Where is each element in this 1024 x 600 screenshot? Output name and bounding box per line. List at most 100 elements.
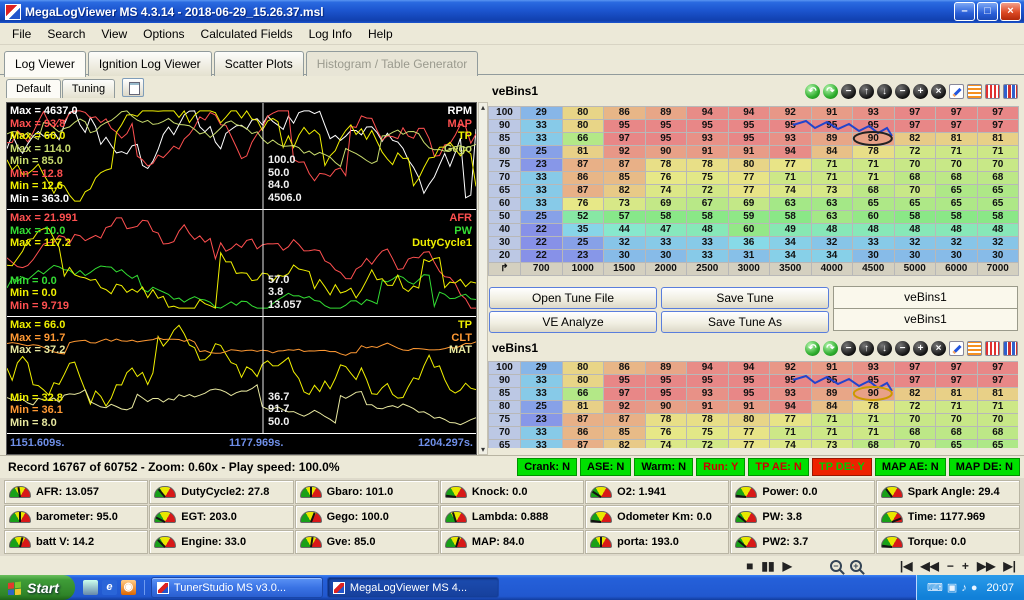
- ve-cell[interactable]: 81: [976, 132, 1019, 146]
- media-player-icon[interactable]: ◉: [120, 580, 136, 595]
- ve-cell[interactable]: 87: [561, 184, 604, 198]
- ve-cell[interactable]: 68: [935, 426, 978, 440]
- ve-cell[interactable]: 25: [561, 236, 604, 250]
- ve-cell[interactable]: 33: [520, 171, 563, 185]
- shift-up-icon[interactable]: ↑: [859, 340, 874, 356]
- ve-cell[interactable]: 97: [603, 387, 646, 401]
- ve-cell[interactable]: 35: [561, 223, 604, 237]
- ve-cell[interactable]: 78: [852, 400, 895, 414]
- ve-cell[interactable]: 94: [727, 106, 770, 120]
- ve-cell[interactable]: 77: [727, 426, 770, 440]
- ve-cell[interactable]: 73: [810, 184, 853, 198]
- ve-cell[interactable]: 75: [686, 426, 729, 440]
- ve-cell[interactable]: 78: [852, 145, 895, 159]
- maximize-button[interactable]: □: [977, 2, 998, 21]
- ve-cell[interactable]: 95: [769, 119, 812, 133]
- ve-cell[interactable]: 94: [769, 400, 812, 414]
- go-first-button[interactable]: |◀: [900, 558, 913, 574]
- clear-selection-icon[interactable]: ×: [931, 340, 946, 356]
- ve-cell[interactable]: 65: [935, 439, 978, 448]
- ve-cell[interactable]: 97: [935, 106, 978, 120]
- save-tune-as-button[interactable]: Save Tune As: [661, 311, 829, 333]
- ve-cell[interactable]: 33: [520, 439, 563, 448]
- ve-cell[interactable]: 70: [935, 413, 978, 427]
- table-chart-icon[interactable]: [1003, 83, 1018, 99]
- ve-cell[interactable]: 81: [561, 400, 604, 414]
- ve-cell[interactable]: 68: [935, 171, 978, 185]
- ve-cell[interactable]: 92: [603, 145, 646, 159]
- ve-cell[interactable]: 34: [810, 249, 853, 263]
- ve-cell[interactable]: 95: [644, 387, 687, 401]
- ve-cell[interactable]: 60: [852, 210, 895, 224]
- ve-cell[interactable]: 48: [976, 223, 1019, 237]
- ve-cell[interactable]: 71: [852, 426, 895, 440]
- zoom-in-button[interactable]: +: [849, 559, 862, 572]
- ve-cell[interactable]: 60: [727, 223, 770, 237]
- ve-cell[interactable]: 71: [810, 158, 853, 172]
- ve-cell[interactable]: 90: [644, 400, 687, 414]
- ve-cell[interactable]: 70: [893, 184, 936, 198]
- ve-cell[interactable]: 78: [644, 413, 687, 427]
- ve-cell[interactable]: 77: [727, 171, 770, 185]
- ve-cell[interactable]: 71: [976, 400, 1018, 414]
- ve-cell[interactable]: 23: [520, 158, 563, 172]
- shift-down-icon[interactable]: ↓: [877, 83, 892, 99]
- ve-cell[interactable]: 65: [935, 197, 978, 211]
- ve-cell[interactable]: 87: [603, 413, 646, 427]
- ve-cell[interactable]: 89: [810, 387, 853, 401]
- start-button[interactable]: Start: [0, 575, 75, 600]
- ve-cell[interactable]: 71: [976, 145, 1019, 159]
- ve-cell[interactable]: 72: [893, 145, 936, 159]
- clear-selection-icon[interactable]: ×: [931, 83, 946, 99]
- ve-cell[interactable]: 93: [686, 387, 729, 401]
- table-columns-icon[interactable]: [985, 340, 1000, 356]
- graph-scrollbar[interactable]: ▴ ▾: [478, 102, 488, 455]
- ve-cell[interactable]: 22: [520, 236, 563, 250]
- scale-down-icon[interactable]: −: [895, 340, 910, 356]
- internet-explorer-icon[interactable]: e: [101, 580, 117, 595]
- ve-cell[interactable]: 33: [520, 184, 563, 198]
- ve-cell[interactable]: 75: [686, 171, 729, 185]
- tray-volume-icon[interactable]: ♪: [961, 582, 967, 594]
- ve-cell[interactable]: 65: [935, 184, 978, 198]
- ve-cell[interactable]: 95: [686, 374, 729, 388]
- ve-cell[interactable]: 70: [976, 413, 1018, 427]
- ve-cell[interactable]: 80: [561, 119, 604, 133]
- ve-cell[interactable]: 68: [976, 171, 1019, 185]
- ve-cell[interactable]: 65: [852, 197, 895, 211]
- ve-analyze-button[interactable]: VE Analyze: [489, 311, 657, 333]
- ve-cell[interactable]: 65: [976, 184, 1019, 198]
- ve-cell[interactable]: 82: [893, 132, 936, 146]
- ve-cell[interactable]: 33: [644, 236, 687, 250]
- ve-cell[interactable]: 76: [644, 426, 687, 440]
- fast-forward-button[interactable]: ▶▶: [977, 558, 995, 574]
- log-graph-area[interactable]: Max = 4637.0 Max = 93.8 Max = 66.0 Max = 11…: [6, 102, 477, 455]
- ve-cell[interactable]: 74: [644, 439, 687, 448]
- ve-cell[interactable]: 66: [561, 387, 604, 401]
- new-view-page-icon[interactable]: [122, 78, 145, 97]
- ve-cell[interactable]: 30: [644, 249, 687, 263]
- ve-cell[interactable]: 76: [561, 197, 604, 211]
- ve-cell[interactable]: 74: [644, 184, 687, 198]
- menu-options[interactable]: Options: [135, 24, 192, 44]
- ve-cell[interactable]: 68: [976, 426, 1018, 440]
- ve-cell[interactable]: 34: [769, 249, 812, 263]
- ve-cell[interactable]: 92: [603, 400, 646, 414]
- tray-network-icon[interactable]: ●: [971, 582, 978, 594]
- ve-cell[interactable]: 80: [727, 413, 770, 427]
- ve-cell[interactable]: 97: [976, 374, 1018, 388]
- tab-log-viewer[interactable]: Log Viewer: [4, 51, 86, 77]
- ve-cell[interactable]: 87: [561, 158, 604, 172]
- ve-cell[interactable]: 69: [644, 197, 687, 211]
- ve-cell[interactable]: 90: [852, 387, 895, 401]
- ve-cell[interactable]: 97: [976, 106, 1019, 120]
- ve-cell[interactable]: 30: [603, 249, 646, 263]
- scale-up-icon[interactable]: +: [913, 83, 928, 99]
- ve-cell[interactable]: 97: [935, 119, 978, 133]
- table-stripes-icon[interactable]: [967, 340, 982, 356]
- ve-cell[interactable]: 47: [644, 223, 687, 237]
- view-tab-default[interactable]: Default: [6, 79, 61, 98]
- ve-cell[interactable]: 86: [561, 171, 604, 185]
- ve-cell[interactable]: 71: [935, 145, 978, 159]
- ve-cell[interactable]: 32: [935, 236, 978, 250]
